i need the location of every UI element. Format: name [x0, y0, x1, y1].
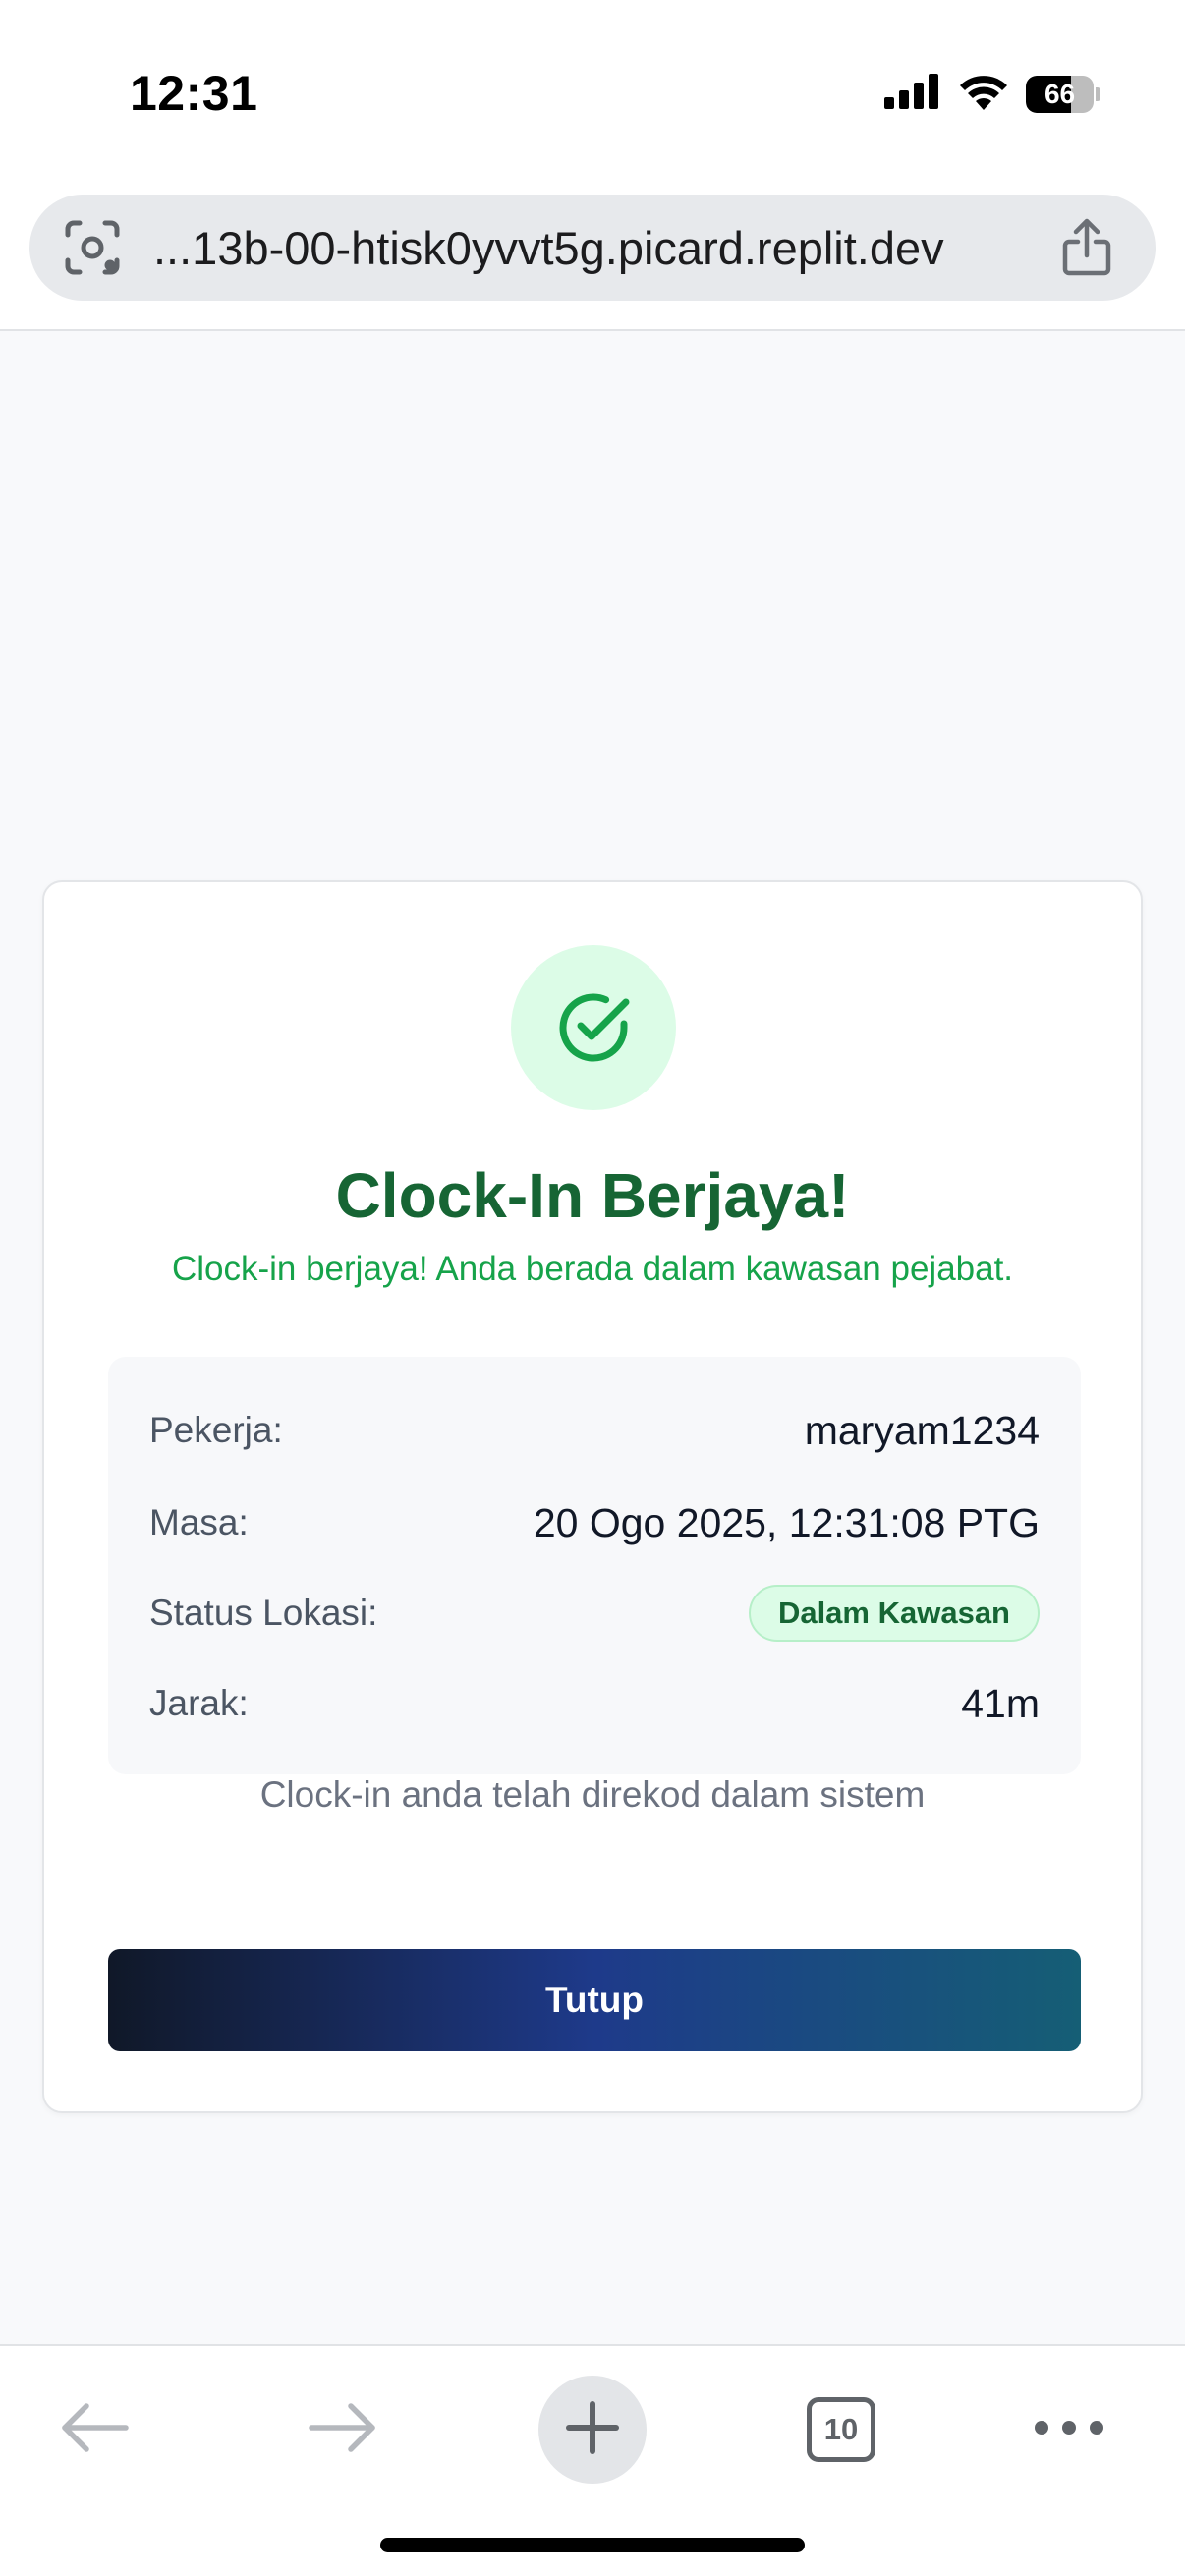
lens-icon[interactable] — [61, 216, 124, 279]
success-title: Clock-In Berjaya! — [335, 1160, 850, 1231]
status-icons: 66 — [884, 73, 1100, 115]
tab-count: 10 — [823, 2412, 859, 2446]
location-status-label: Status Lokasi: — [149, 1593, 378, 1633]
time-value: 20 Ogo 2025, 12:31:08 PTG — [533, 1499, 1040, 1545]
check-circle-icon — [511, 945, 676, 1110]
tabs-icon: 10 — [807, 2397, 875, 2462]
more-icon — [1034, 2420, 1104, 2440]
plus-icon — [565, 2400, 620, 2460]
battery-level: 66 — [1044, 78, 1076, 109]
back-button[interactable] — [40, 2376, 148, 2484]
forward-button[interactable] — [289, 2376, 397, 2484]
worker-value: maryam1234 — [804, 1407, 1040, 1453]
wifi-icon — [959, 73, 1008, 115]
url-text[interactable]: ...13b-00-htisk0yvvt5g.picard.replit.dev — [153, 221, 1057, 275]
distance-label: Jarak: — [149, 1683, 249, 1723]
clock-in-details: Pekerja: maryam1234 Masa: 20 Ogo 2025, 1… — [108, 1357, 1081, 1774]
status-bar: 12:31 66 — [0, 0, 1185, 187]
distance-value: 41m — [961, 1680, 1040, 1726]
url-bar[interactable]: ...13b-00-htisk0yvvt5g.picard.replit.dev — [29, 195, 1156, 301]
detail-row-time: Masa: 20 Ogo 2025, 12:31:08 PTG — [149, 1493, 1040, 1552]
more-button[interactable] — [1015, 2376, 1123, 2484]
success-subtitle: Clock-in berjaya! Anda berada dalam kawa… — [171, 1250, 1014, 1288]
clock-in-success-card: Clock-In Berjaya! Clock-in berjaya! Anda… — [42, 880, 1143, 2113]
close-button[interactable]: Tutup — [108, 1949, 1081, 2051]
detail-row-location: Status Lokasi: Dalam Kawasan — [149, 1581, 1040, 1646]
recorded-note: Clock-in anda telah direkod dalam sistem — [259, 1774, 926, 1815]
back-arrow-icon — [59, 2400, 130, 2460]
detail-row-distance: Jarak: 41m — [149, 1674, 1040, 1733]
browser-url-area: ...13b-00-htisk0yvvt5g.picard.replit.dev — [0, 187, 1185, 331]
detail-row-worker: Pekerja: maryam1234 — [149, 1401, 1040, 1460]
status-time: 12:31 — [130, 66, 258, 121]
cellular-signal-icon — [884, 74, 941, 114]
forward-arrow-icon — [308, 2400, 378, 2460]
tabs-button[interactable]: 10 — [787, 2376, 895, 2484]
time-label: Masa: — [149, 1502, 249, 1542]
worker-label: Pekerja: — [149, 1410, 283, 1450]
location-status-badge: Dalam Kawasan — [748, 1585, 1040, 1642]
new-tab-button[interactable] — [538, 2376, 647, 2484]
home-indicator — [380, 2538, 805, 2552]
share-icon[interactable] — [1057, 218, 1116, 277]
battery-icon: 66 — [1026, 75, 1100, 113]
